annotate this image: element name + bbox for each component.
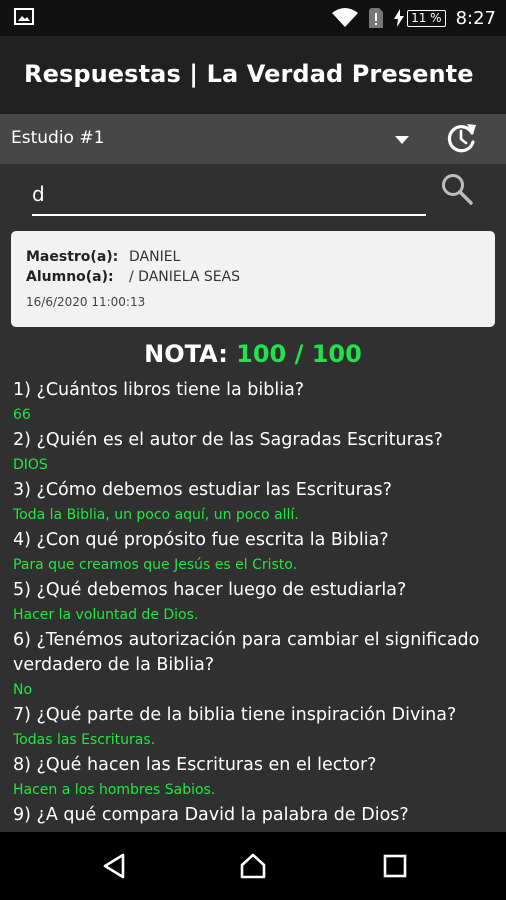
question-text: 9) ¿A qué compara David la palabra de Di…	[13, 805, 409, 825]
recents-icon[interactable]	[381, 852, 409, 880]
chevron-down-icon	[395, 136, 409, 144]
sim-icon	[369, 8, 384, 28]
question-text: 5) ¿Qué debemos hacer luego de estudiarl…	[13, 580, 407, 600]
wifi-icon	[332, 8, 359, 27]
questions-list: 1) ¿Cuántos libros tiene la biblia? 66 2) …	[13, 378, 493, 828]
page-title: Respuestas | La Verdad Presente	[24, 60, 474, 88]
alumno-value: / DANIELA SEAS	[129, 269, 241, 285]
battery-level: 11 %	[407, 9, 446, 27]
image-icon	[14, 8, 34, 25]
answer-text: Hacen a los hombres Sabios.	[13, 782, 216, 798]
search-icon[interactable]	[440, 172, 474, 206]
study-dropdown[interactable]: Estudio #1	[0, 114, 425, 164]
question-text: 2) ¿Quién es el autor de las Sagradas Es…	[13, 430, 443, 450]
score: NOTA: 100 / 100	[0, 340, 506, 368]
score-label: NOTA:	[144, 340, 228, 368]
status-bar: 11 % 8:27	[0, 0, 506, 36]
question-text: 7) ¿Qué parte de la biblia tiene inspira…	[13, 705, 457, 725]
result-card: Maestro(a): DANIEL Alumno(a): / DANIELA SE…	[11, 231, 495, 327]
search-bar	[0, 164, 506, 228]
charging-icon	[394, 9, 405, 27]
answer-text: Para que creamos que Jesús es el Cristo.	[13, 557, 298, 573]
question-text: 4) ¿Con qué propósito fue escrita la Bib…	[13, 530, 389, 550]
navigation-bar	[0, 832, 506, 900]
answer-text: Todas las Escrituras.	[13, 732, 156, 748]
question-text: 8) ¿Qué hacen las Escrituras en el lecto…	[13, 755, 377, 775]
refresh-button[interactable]	[443, 120, 479, 156]
answer-text: 66	[13, 407, 31, 423]
maestro-label: Maestro(a):	[26, 249, 119, 265]
answer-text: DIOS	[13, 457, 48, 473]
search-input[interactable]	[32, 178, 426, 216]
question-text: 6) ¿Tenémos autorización para cambiar el…	[13, 630, 480, 675]
alumno-row: Alumno(a): / DANIELA SEAS	[26, 269, 240, 285]
back-icon[interactable]	[101, 852, 129, 880]
home-icon[interactable]	[239, 852, 267, 880]
question-text: 3) ¿Cómo debemos estudiar las Escrituras…	[13, 480, 392, 500]
answer-text: Toda la Biblia, un poco aquí, un poco al…	[13, 507, 299, 523]
maestro-row: Maestro(a): DANIEL	[26, 249, 180, 265]
study-dropdown-value: Estudio #1	[11, 128, 105, 148]
alumno-label: Alumno(a):	[26, 269, 114, 285]
battery-indicator: 11 %	[394, 9, 446, 27]
card-date: 16/6/2020 11:00:13	[26, 295, 146, 309]
maestro-value: DANIEL	[129, 249, 181, 265]
answer-text: No	[13, 682, 33, 698]
answer-text: Hacer la voluntad de Dios.	[13, 607, 199, 623]
study-toolbar: Estudio #1	[0, 114, 506, 164]
app-bar: Respuestas | La Verdad Presente	[0, 36, 506, 114]
status-time: 8:27	[455, 7, 496, 29]
score-value: 100 / 100	[236, 340, 362, 368]
question-text: 1) ¿Cuántos libros tiene la biblia?	[13, 380, 305, 400]
